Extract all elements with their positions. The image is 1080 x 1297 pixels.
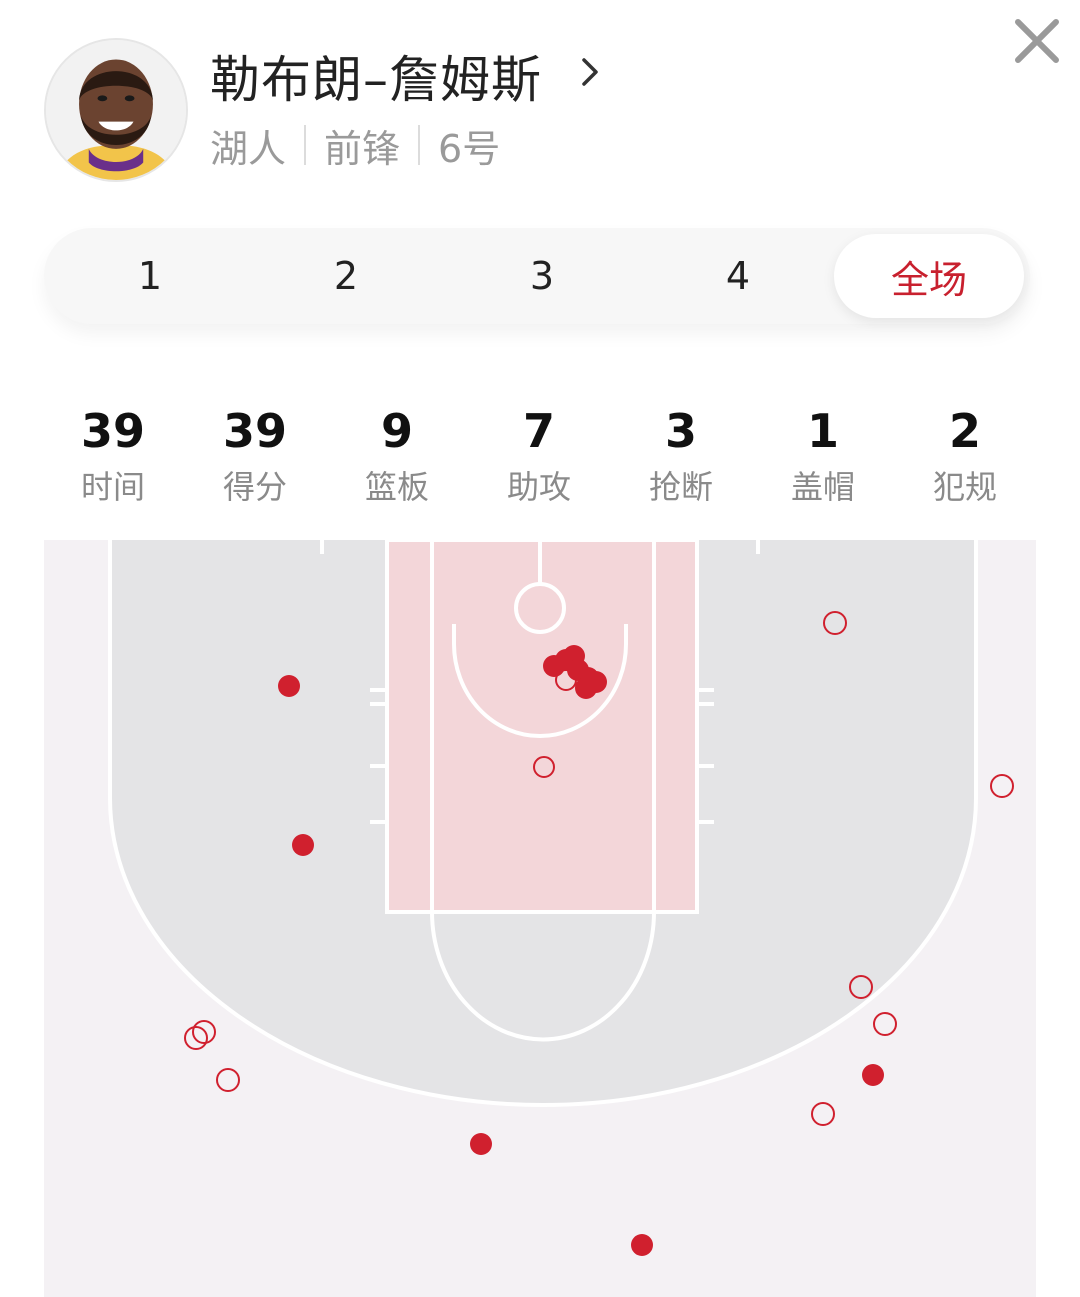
period-tabs: 1 2 3 4 全场 — [44, 228, 1030, 324]
made-shot-marker — [631, 1234, 653, 1256]
stat-value: 1 — [806, 404, 839, 458]
stat-points: 39 得分 — [185, 400, 325, 510]
player-header: 勒布朗–詹姆斯 湖人 前锋 6号 — [0, 0, 1080, 200]
stat-label: 助攻 — [506, 468, 571, 506]
stat-value: 7 — [522, 404, 555, 458]
stat-minutes: 39 时间 — [43, 400, 183, 510]
stat-value: 39 — [80, 404, 145, 458]
made-shot-marker — [575, 677, 597, 699]
player-avatar — [44, 38, 188, 182]
chevron-right-icon[interactable] — [572, 46, 608, 94]
close-icon[interactable] — [1010, 14, 1064, 68]
player-position: 前锋 — [324, 126, 401, 171]
tab-full-game[interactable]: 全场 — [834, 234, 1024, 318]
stat-rebounds: 9 篮板 — [327, 400, 467, 510]
made-shot-marker — [862, 1064, 884, 1086]
stat-value: 2 — [948, 404, 981, 458]
player-name[interactable]: 勒布朗–詹姆斯 — [210, 40, 542, 112]
tab-period-3[interactable]: 3 — [444, 228, 640, 324]
stat-assists: 7 助攻 — [469, 400, 609, 510]
player-meta: 湖人 前锋 6号 — [210, 120, 501, 171]
player-number: 6号 — [438, 126, 501, 171]
made-shot-marker — [292, 834, 314, 856]
meta-divider — [304, 125, 307, 165]
stats-row: 39 时间 39 得分 9 篮板 7 助攻 3 抢断 1 盖帽 2 犯规 — [0, 400, 1080, 520]
stat-label: 时间 — [80, 468, 145, 506]
stat-label: 得分 — [222, 468, 287, 506]
player-avatar-icon — [46, 40, 186, 180]
stat-label: 犯规 — [932, 468, 997, 506]
meta-divider — [418, 125, 421, 165]
player-team: 湖人 — [210, 126, 287, 171]
stat-value: 39 — [222, 404, 287, 458]
stat-steals: 3 抢断 — [611, 400, 751, 510]
stat-blocks: 1 盖帽 — [753, 400, 893, 510]
stat-label: 盖帽 — [790, 468, 855, 506]
shot-chart — [44, 540, 1036, 1297]
made-shot-marker — [470, 1133, 492, 1155]
stat-fouls: 2 犯规 — [895, 400, 1035, 510]
stat-label: 篮板 — [364, 468, 429, 506]
tab-period-1[interactable]: 1 — [52, 228, 248, 324]
stat-value: 3 — [664, 404, 697, 458]
stat-label: 抢断 — [648, 468, 713, 506]
court-svg — [44, 540, 1036, 1297]
made-shot-marker — [278, 675, 300, 697]
tab-period-2[interactable]: 2 — [248, 228, 444, 324]
stat-value: 9 — [380, 404, 413, 458]
tab-period-4[interactable]: 4 — [640, 228, 836, 324]
